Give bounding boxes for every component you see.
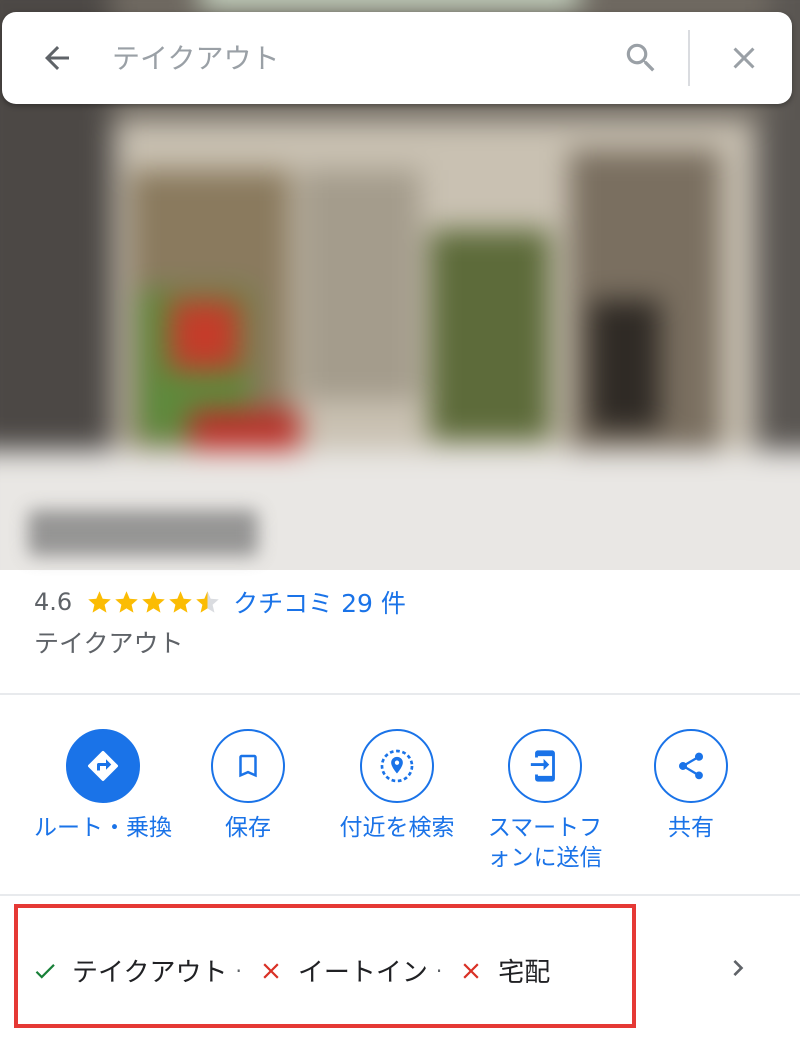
arrow-back-icon [45,46,69,70]
send-to-phone-button[interactable]: スマートフォンに送信 [470,729,620,873]
bookmark-icon [211,729,285,803]
cross-icon [463,962,479,979]
directions-icon [66,729,140,803]
back-button[interactable] [2,12,112,104]
search-bar [2,12,792,104]
directions-button[interactable]: ルート・乗換 [28,729,178,843]
chevron-right-icon[interactable] [722,952,754,984]
action-buttons: ルート・乗換 保存 付近を検索 スマートフォンに送信 共有 [0,729,800,894]
directions-label: ルート・乗換 [34,815,172,841]
takeout-option: テイクアウト [72,958,228,988]
close-icon [733,47,755,69]
save-label: 保存 [225,815,271,841]
search-button[interactable] [606,12,676,104]
rating-value: 4.6 [34,588,73,616]
send-to-phone-label: スマートフォンに送信 [487,815,603,871]
search-input[interactable] [112,28,606,88]
delivery-option: 宅配 [498,958,551,988]
place-name [28,510,258,556]
star-full-icon [169,590,192,613]
rating-row: 4.6 クチコミ 29 件 [34,584,406,620]
dine-in-option: イートイン [297,958,428,988]
service-options-row: テイクアウト · イートイン · 宅配 [32,952,550,989]
star-half-icon [196,590,219,613]
reviews-link[interactable]: クチコミ 29 件 [233,584,406,620]
rating-stars [86,589,221,616]
check-icon [35,963,55,979]
separator: · [435,958,443,983]
send-to-phone-icon [508,729,582,803]
save-button[interactable]: 保存 [173,729,323,843]
divider [0,693,800,695]
search-divider [688,30,690,86]
nearby-search-icon [360,729,434,803]
star-full-icon [115,590,138,613]
star-full-icon [88,590,111,613]
clear-search-button[interactable] [704,12,784,104]
service-options[interactable]: テイクアウト · イートイン · 宅配 [0,900,800,1039]
place-category: テイクアウト [34,629,184,658]
nearby-search-label: 付近を検索 [339,815,455,841]
cross-icon [263,962,279,979]
star-full-icon [142,590,165,613]
separator: · [235,958,242,983]
nearby-search-button[interactable]: 付近を検索 [322,729,472,843]
share-button[interactable]: 共有 [616,729,766,843]
share-label: 共有 [668,815,714,841]
search-icon [626,43,655,72]
share-icon [654,729,728,803]
divider [0,894,800,896]
